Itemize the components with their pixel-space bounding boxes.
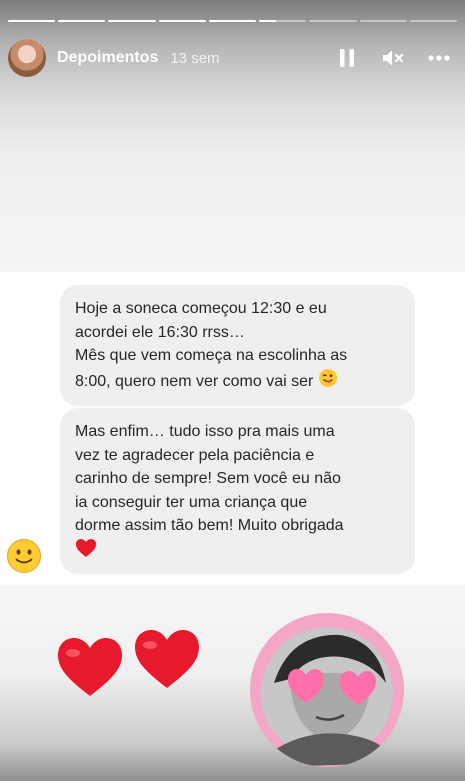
progress-segment-fill [158,20,206,22]
message-line: dorme assim tão bem! Muito obrigada [75,517,344,534]
progress-segment-fill [208,20,257,22]
story-progress-bar [8,20,457,22]
selfie-sticker [250,613,404,767]
progress-segment [359,20,407,22]
red-heart-sticker-icon [133,628,201,695]
message-line-text: 8:00, quero nem ver como vai ser [75,372,314,390]
progress-segment [208,20,257,22]
message-line: Mês que vem começa na escolinha as [75,347,348,364]
pause-icon[interactable] [335,46,359,70]
progress-segment [8,20,56,22]
message-line [75,538,397,566]
progress-segment [158,20,206,22]
muted-speaker-icon[interactable] [381,46,405,70]
progress-segment [58,20,106,22]
message-line: 8:00, quero nem ver como vai ser [75,368,397,396]
slightly-smiling-face-icon[interactable] [6,538,42,574]
message-line: acordei ele 16:30 rrss… [75,323,245,341]
more-dots-icon[interactable] [427,46,451,70]
message-line: Mas enfim… tudo isso pra mais uma [75,423,335,440]
username[interactable]: Depoimentos [57,49,158,67]
progress-segment [259,20,307,22]
progress-segment [409,20,457,22]
progress-segment [309,20,357,22]
progress-segment-fill [108,20,156,22]
progress-segment [108,20,156,22]
message-line: Hoje a soneca começou 12:30 e eu [75,300,327,317]
winking-tongue-face-icon [318,368,338,396]
message-line: vez te agradecer pela paciência e [75,446,315,464]
progress-segment-fill [259,20,276,22]
message-bubble[interactable]: Hoje a soneca começou 12:30 e eu acordei… [60,285,415,406]
story-viewer[interactable]: Depoimentos 13 sem Hoje a soneca começou… [0,0,465,781]
avatar[interactable] [8,39,46,77]
red-heart-icon [75,538,97,566]
story-controls [335,46,457,70]
message-bubble[interactable]: Mas enfim… tudo isso pra mais uma vez te… [60,408,415,574]
story-header: Depoimentos 13 sem [8,38,457,78]
red-heart-sticker-icon [56,636,124,703]
progress-segment-fill [58,20,106,22]
timestamp: 13 sem [170,49,220,67]
message-line: carinho de sempre! Sem você eu não [75,470,341,487]
progress-segment-fill [8,20,56,22]
message-line: ia conseguir ter uma criança que [75,493,308,511]
